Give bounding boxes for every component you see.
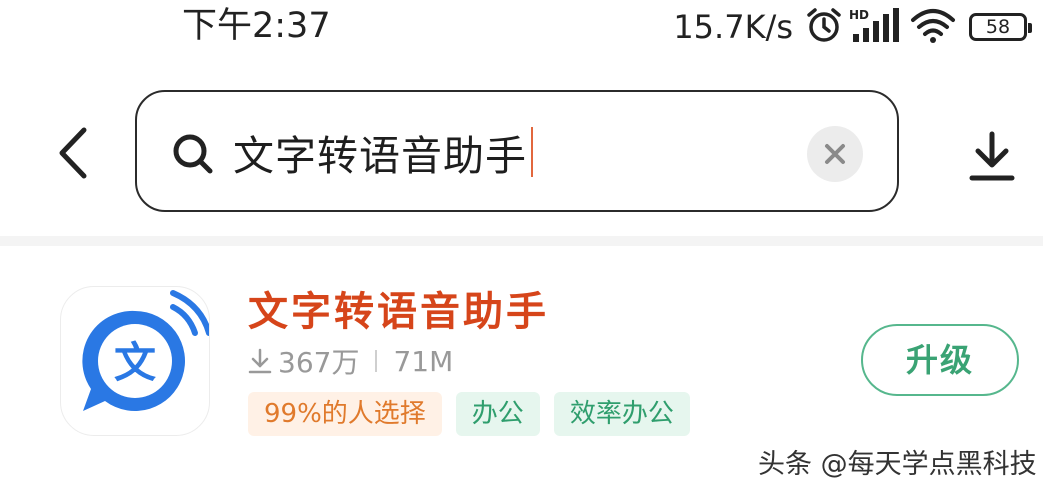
close-icon	[825, 144, 845, 164]
watermark: 头条 @每天学点黑科技	[758, 449, 1037, 480]
search-icon	[173, 134, 213, 174]
search-box[interactable]: 文字转语音助手	[135, 90, 899, 212]
text-caret	[531, 127, 533, 177]
battery-tip	[1028, 23, 1032, 33]
network-speed: 15.7K/s	[673, 8, 793, 46]
text-to-speech-app-icon: 文	[82, 290, 212, 411]
chevron-left-icon	[59, 127, 87, 179]
download-count: 367万	[278, 346, 360, 379]
upgrade-button[interactable]: 升级	[861, 324, 1019, 396]
app-name[interactable]: 文字转语音助手	[248, 284, 549, 340]
status-time: 下午2:37	[182, 6, 331, 46]
app-stats: 367万 71M	[248, 341, 453, 381]
download-count-icon	[248, 348, 272, 374]
tag-popularity: 99%的人选择	[248, 392, 442, 436]
back-button[interactable]	[52, 124, 96, 184]
alarm-icon	[805, 6, 843, 48]
tag-category-office: 办公	[455, 392, 540, 436]
wifi-icon	[909, 6, 957, 48]
download-manager-button[interactable]	[964, 128, 1020, 184]
svg-text:HD: HD	[849, 8, 869, 22]
status-right-group: 15.7K/s HD 58	[673, 4, 1032, 50]
status-bar: 下午2:37 15.7K/s HD 58	[0, 0, 1043, 56]
clear-search-button[interactable]	[807, 126, 863, 182]
app-result-row[interactable]: 文 文字转语音助手 367万 71M 99%的人选择 办公 效率办公 升级 头条…	[0, 246, 1043, 490]
section-divider	[0, 236, 1043, 246]
hd-signal-icon: HD	[849, 6, 903, 48]
search-input[interactable]: 文字转语音助手	[233, 120, 533, 184]
tag-category-productivity: 效率办公	[553, 392, 690, 436]
battery-icon: 58	[969, 13, 1032, 41]
stats-separator	[375, 350, 378, 372]
app-size: 71M	[393, 344, 454, 378]
app-icon[interactable]: 文	[60, 286, 212, 436]
app-tags: 99%的人选择 办公 效率办公	[248, 392, 704, 436]
svg-text:文: 文	[114, 338, 156, 387]
search-input-value: 文字转语音助手	[233, 132, 527, 180]
battery-level: 58	[985, 16, 1011, 38]
download-icon	[969, 131, 1015, 181]
